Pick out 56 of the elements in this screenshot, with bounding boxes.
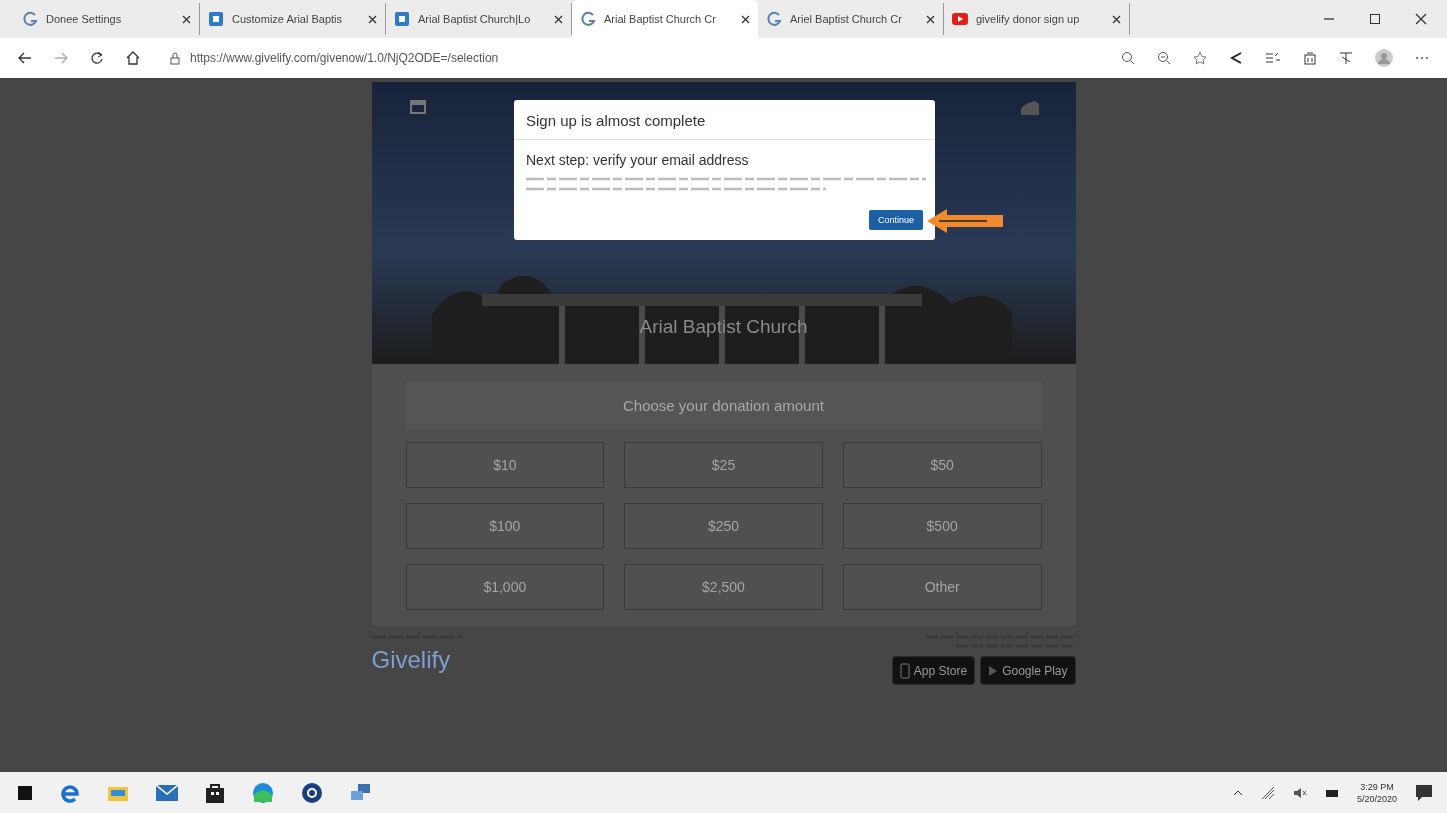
browser-e-icon[interactable] (60, 782, 80, 803)
refresh-icon[interactable] (90, 51, 104, 65)
modal-subtitle: Next step: verify your email address (526, 152, 750, 168)
notification-icon[interactable] (1415, 783, 1433, 802)
square-app-icon (208, 11, 224, 27)
browser-tab[interactable]: givelify donor sign up (944, 3, 1130, 35)
play-icon (952, 11, 968, 27)
chevron-up-icon[interactable] (1232, 789, 1243, 796)
pointer-arrow-icon (925, 207, 1005, 235)
browser-tab[interactable]: Donee Settings (14, 3, 200, 35)
browser-tab[interactable]: Arial Baptist Church Cr (572, 0, 758, 38)
clock-time[interactable]: 3:29 PM (1360, 781, 1394, 792)
phone-icon (899, 662, 910, 679)
close-icon[interactable] (1415, 13, 1427, 25)
volume-muted-icon[interactable] (1292, 786, 1307, 799)
zoom-icon[interactable] (1121, 51, 1135, 65)
close-icon[interactable] (1112, 14, 1121, 24)
mail-icon[interactable] (156, 784, 178, 801)
network-computers-icon[interactable] (350, 782, 372, 803)
circle-app-icon[interactable] (302, 782, 322, 803)
menu-square-icon[interactable] (409, 100, 426, 114)
g-letter-icon (580, 11, 596, 27)
close-icon[interactable] (182, 14, 191, 24)
browser-wave-icon[interactable] (252, 781, 274, 804)
maximize-icon[interactable] (1369, 13, 1381, 25)
g-letter-icon (766, 11, 782, 27)
url-text: https://www.givelify.com/givenow/1.0/NjQ2ODE=/selection (190, 51, 499, 65)
square-app-icon (394, 11, 410, 27)
shopping-bag-icon[interactable] (206, 782, 224, 803)
church-name: Arial Baptist Church (639, 316, 808, 338)
g-letter-icon (22, 11, 38, 27)
share-icon[interactable] (1229, 51, 1243, 65)
play-triangle-icon (988, 664, 999, 677)
close-icon[interactable] (554, 14, 563, 24)
app-store-button[interactable]: App Store (891, 656, 976, 685)
back-arrow-icon[interactable] (18, 52, 32, 64)
close-icon[interactable] (926, 14, 935, 24)
donation-heading: Choose your donation amount (405, 382, 1042, 429)
close-icon[interactable] (368, 14, 377, 24)
modal-title: Sign up is almost complete (514, 100, 935, 140)
lock-icon (170, 51, 180, 65)
brand-logo[interactable]: Givelify (371, 646, 462, 674)
star-icon[interactable] (1193, 51, 1207, 65)
app-store-button[interactable]: Google Play (980, 656, 1076, 685)
home-icon[interactable] (126, 51, 140, 65)
close-icon[interactable] (741, 14, 750, 24)
collections-icon[interactable] (1303, 51, 1317, 65)
clock-date[interactable]: 5/20/2020 (1356, 793, 1397, 804)
continue-button[interactable]: Continue (868, 210, 923, 230)
browser-tab[interactable]: Ariel Baptist Church Cr (758, 3, 944, 35)
windows-start-icon[interactable] (18, 785, 32, 800)
profile-avatar-icon[interactable] (1375, 49, 1393, 67)
browser-tab[interactable]: Customize Arial Baptis (200, 3, 386, 35)
favorites-icon[interactable] (1265, 51, 1281, 65)
zoom-icon[interactable] (1157, 51, 1171, 65)
more-icon[interactable] (1415, 56, 1429, 60)
